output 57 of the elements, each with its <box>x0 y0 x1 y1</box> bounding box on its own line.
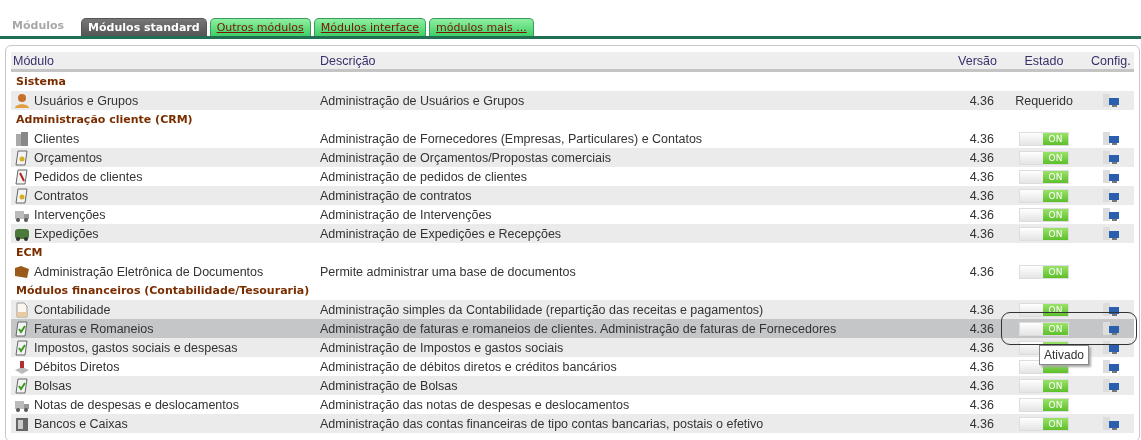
module-name: Usuários e Grupos <box>34 93 139 108</box>
module-version: 4.36 <box>968 188 995 203</box>
module-name: Faturas e Romaneios <box>34 321 154 336</box>
module-name: Contabilidade <box>34 302 111 317</box>
module-version: 4.36 <box>968 226 995 241</box>
module-description: Permite administrar uma base de documentos <box>319 264 577 279</box>
module-version: 4.36 <box>968 302 995 317</box>
module-version: 4.36 <box>968 131 995 146</box>
group-title: ECM <box>15 245 44 261</box>
module-version: 4.36 <box>968 416 995 431</box>
status-text: Requerido <box>1015 93 1073 108</box>
module-name: Expedições <box>34 226 99 241</box>
module-name: Bolsas <box>34 378 72 393</box>
group-title: Administração cliente (CRM) <box>15 112 194 128</box>
module-description: Administração de Usuários e Grupos <box>319 93 526 108</box>
module-description: Administração de Fornecedores (Empresas, Particulares) e Contatos <box>319 131 704 146</box>
module-version: 4.36 <box>968 169 995 184</box>
column-header: Estado <box>1023 53 1065 68</box>
module-version: 4.36 <box>968 321 995 336</box>
module-description: Administração de pedidos de clientes <box>319 169 529 184</box>
module-description: Administração de Impostos e gastos sociais <box>319 340 565 355</box>
module-description: Administração das notas de despesas e deslocamentos <box>319 397 631 412</box>
module-version: 4.36 <box>968 397 995 412</box>
module-version: 4.36 <box>968 340 995 355</box>
column-header: Versão <box>957 53 998 68</box>
module-description: Administração de Intervenções <box>319 207 493 222</box>
module-name: Clientes <box>34 131 80 146</box>
module-name: Orçamentos <box>34 150 103 165</box>
module-version: 4.36 <box>968 264 995 279</box>
module-description: Administração de Orçamentos/Propostas comerciais <box>319 150 613 165</box>
module-name: Administração Eletrônica de Documentos <box>34 264 264 279</box>
group-title: Módulos financeiros (Contabilidade/Tesouraria) <box>15 283 311 299</box>
module-version: 4.36 <box>968 93 995 108</box>
module-name: Impostos, gastos sociais e despesas <box>34 340 238 355</box>
module-description: Administração de Expedições e Recepções <box>319 226 563 241</box>
module-name: Notas de despesas e deslocamentos <box>34 397 239 412</box>
module-description: Administração de débitos diretos e créditos bancários <box>319 359 618 374</box>
module-description: Administração das contas financeiras de tipo contas bancarias, postais o efetivo <box>319 416 765 431</box>
module-version: 4.36 <box>968 378 995 393</box>
tooltip: Ativado <box>1039 345 1090 365</box>
module-version: 4.36 <box>968 207 995 222</box>
module-description: Administração de Bolsas <box>319 378 459 393</box>
module-name: Débitos Diretos <box>34 359 120 374</box>
module-name: Intervenções <box>34 207 106 222</box>
module-version: 4.36 <box>968 150 995 165</box>
page-label: Módulos <box>12 19 66 34</box>
module-name: Contratos <box>34 188 89 203</box>
column-header: Config. <box>1090 53 1132 68</box>
group-title: Sistema <box>15 74 67 90</box>
module-name: Pedidos de clientes <box>34 169 143 184</box>
column-header: Módulo <box>12 53 55 68</box>
module-name: Bancos e Caixas <box>34 416 128 431</box>
module-description: Administração simples da Contabilidade (repartição das receitas e pagamentos) <box>319 302 765 317</box>
column-header: Descrição <box>319 53 377 68</box>
module-description: Administração de contratos <box>319 188 473 203</box>
module-version: 4.36 <box>968 359 995 374</box>
module-description: Administração de faturas e romaneios de clientes. Administração de faturas de Fornecedores <box>319 321 838 336</box>
